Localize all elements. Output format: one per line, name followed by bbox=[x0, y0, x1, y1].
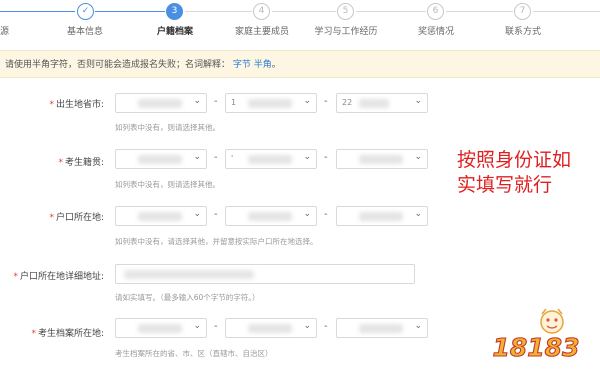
separator-dash: - bbox=[214, 152, 218, 163]
hukou-district-select[interactable]: ⌄ bbox=[336, 206, 428, 226]
separator-dash: - bbox=[214, 209, 218, 220]
step-label-family-members[interactable]: 家庭主要成员 bbox=[235, 24, 289, 37]
chevron-down-icon: ⌄ bbox=[414, 321, 422, 331]
check-icon[interactable]: ✓ bbox=[77, 3, 94, 20]
chevron-down-icon: ⌄ bbox=[414, 152, 422, 162]
hukou-address-hint: 请如实填写。（最多输入60个字节的字符。） bbox=[115, 293, 260, 302]
archive-city-select[interactable]: ⌄ bbox=[225, 318, 317, 338]
separator-dash: - bbox=[324, 209, 328, 220]
birthplace-hint: 如列表中没有，则请选择其他。 bbox=[115, 123, 220, 132]
half-width-link[interactable]: 半角 bbox=[254, 60, 272, 70]
native-place-district-select[interactable]: ⌄ bbox=[336, 149, 428, 169]
chevron-down-icon: ⌄ bbox=[303, 152, 311, 162]
notice-text: 请使用半角字符，否则可能会造成报名失败；名词解释： bbox=[5, 60, 231, 70]
hukou-city-select[interactable]: ⌄ bbox=[225, 206, 317, 226]
step-number-4[interactable]: 4 bbox=[253, 3, 270, 20]
hukou-address-input[interactable] bbox=[115, 264, 415, 284]
birthplace-province-select[interactable]: ⌄ bbox=[115, 93, 207, 113]
step-label-study-work[interactable]: 学习与工作经历 bbox=[314, 24, 377, 37]
step-label-basic-info[interactable]: 基本信息 bbox=[67, 24, 103, 37]
archive-district-select[interactable]: ⌄ bbox=[336, 318, 428, 338]
step-number-7[interactable]: 7 bbox=[514, 3, 531, 20]
chevron-down-icon: ⌄ bbox=[303, 209, 311, 219]
chevron-down-icon: ⌄ bbox=[303, 321, 311, 331]
native-place-province-select[interactable]: ⌄ bbox=[115, 149, 207, 169]
step-connector bbox=[0, 11, 75, 12]
step-connector bbox=[533, 11, 600, 12]
separator-dash: - bbox=[214, 96, 218, 107]
step-connector bbox=[356, 11, 426, 12]
native-place-city-select[interactable]: ' ⌄ bbox=[225, 149, 317, 169]
step-number-6[interactable]: 6 bbox=[427, 3, 444, 20]
step-label-rewards[interactable]: 奖惩情况 bbox=[418, 24, 454, 37]
separator-dash: - bbox=[324, 152, 328, 163]
step-connector bbox=[446, 11, 513, 12]
step-number-3[interactable]: 3 bbox=[166, 3, 183, 20]
birthplace-label: * 出生地省市: bbox=[49, 100, 104, 110]
step-number-5[interactable]: 5 bbox=[337, 3, 354, 20]
step-label-household-record[interactable]: 户籍档案 bbox=[157, 24, 193, 37]
notice-end: 。 bbox=[271, 60, 281, 70]
separator-dash: - bbox=[324, 96, 328, 107]
chevron-down-icon: ⌄ bbox=[303, 96, 311, 106]
step-connector bbox=[272, 11, 336, 12]
hukou-location-hint: 如列表中没有，请选择其他，并留意按实际户口所在地选择。 bbox=[115, 237, 318, 246]
step-connector bbox=[95, 11, 165, 12]
birthplace-city-select[interactable]: 1 ⌄ bbox=[225, 93, 317, 113]
native-place-label: * 考生籍贯: bbox=[58, 158, 104, 168]
separator-dash: - bbox=[324, 321, 328, 332]
chevron-down-icon: ⌄ bbox=[193, 209, 201, 219]
separator-dash: - bbox=[214, 321, 218, 332]
byte-link[interactable]: 字节 bbox=[233, 60, 251, 70]
archive-province-select[interactable]: ⌄ bbox=[115, 318, 207, 338]
hukou-province-select[interactable]: ⌄ bbox=[115, 206, 207, 226]
step-connector bbox=[185, 11, 252, 12]
chevron-down-icon: ⌄ bbox=[414, 96, 422, 106]
red-annotation: 按照身份证如 实填写就行 bbox=[457, 149, 572, 196]
chevron-down-icon: ⌄ bbox=[193, 321, 201, 331]
chevron-down-icon: ⌄ bbox=[193, 152, 201, 162]
half-width-notice: 请使用半角字符，否则可能会造成报名失败；名词解释： 字节 半角。 bbox=[0, 50, 600, 78]
chevron-down-icon: ⌄ bbox=[193, 96, 201, 106]
svg-text:18183: 18183 bbox=[493, 333, 580, 362]
native-place-hint: 如列表中没有，则请选择其他。 bbox=[115, 180, 220, 189]
archive-location-hint: 考生档案所在的省、市、区（直辖市、自治区） bbox=[115, 349, 273, 358]
step-label-contact[interactable]: 联系方式 bbox=[505, 24, 541, 37]
hukou-address-label: * 户口所在地详细地址: bbox=[13, 272, 104, 282]
archive-location-label: * 考生档案所在地: bbox=[31, 329, 104, 339]
progress-stepper: 源 ✓ 基本信息 3 户籍档案 4 家庭主要成员 5 学习与工作经历 6 奖惩情… bbox=[0, 0, 600, 42]
chevron-down-icon: ⌄ bbox=[414, 209, 422, 219]
watermark-logo: 18183 bbox=[492, 308, 580, 362]
step-label-previous: 源 bbox=[0, 27, 10, 37]
birthplace-district-select[interactable]: 22 ⌄ bbox=[336, 93, 428, 113]
hukou-location-label: * 户口所在地: bbox=[49, 213, 104, 223]
